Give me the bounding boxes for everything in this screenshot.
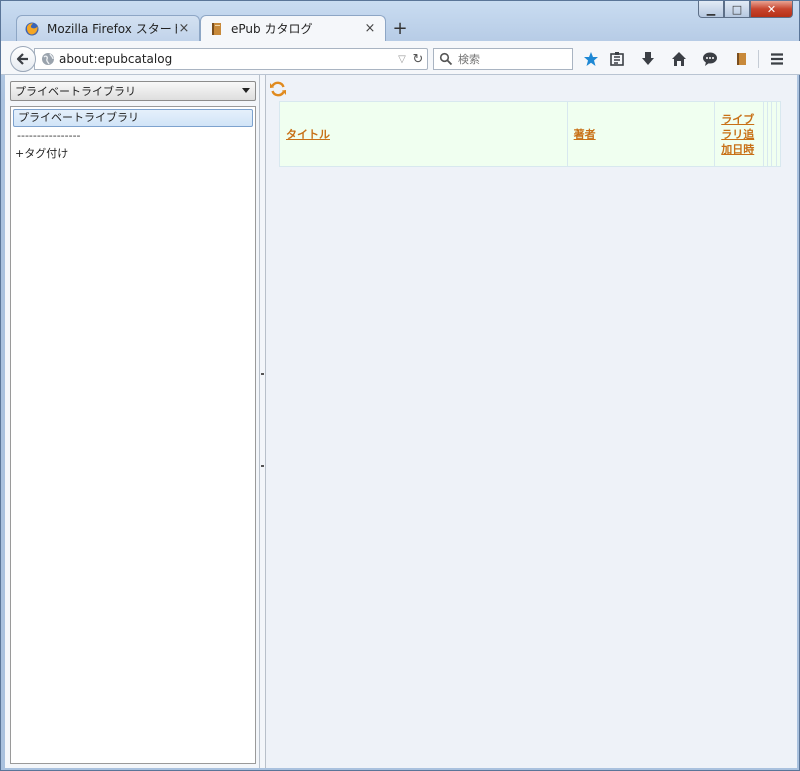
header-title-cell: タイトル <box>279 101 568 167</box>
bookmarks-menu-icon[interactable] <box>608 50 626 68</box>
table-header-row: タイトル 著者 ライブラリ追加日時 <box>279 101 782 167</box>
splitter-grip <box>261 465 264 467</box>
library-item-tagging[interactable]: +タグ付け <box>11 145 255 163</box>
browser-window: ▁ □ ✕ Mozilla Firefox スタート... × ePub カタロ… <box>0 0 800 771</box>
url-bar[interactable]: about:epubcatalog ▽ ↻ <box>34 48 428 70</box>
hamburger-menu-icon[interactable] <box>768 50 786 68</box>
header-added-cell: ライブラリ追加日時 <box>714 101 764 167</box>
header-empty-cell <box>775 101 782 167</box>
library-item-private[interactable]: プライベートライブラリ <box>13 109 253 127</box>
sort-added-link[interactable]: ライブラリ追加日時 <box>721 113 754 156</box>
back-arrow-icon <box>16 53 28 65</box>
splitter-grip <box>261 373 264 375</box>
header-author-cell: 著者 <box>566 101 716 167</box>
library-list: プライベートライブラリ ---------------- +タグ付け <box>10 106 256 764</box>
new-tab-button[interactable]: + <box>391 18 409 39</box>
url-text[interactable]: about:epubcatalog <box>59 52 395 66</box>
refresh-icon[interactable] <box>269 80 287 98</box>
search-input[interactable] <box>456 51 570 67</box>
sort-title-link[interactable]: タイトル <box>286 128 330 141</box>
tab-firefox-start[interactable]: Mozilla Firefox スタート... × <box>16 15 200 41</box>
search-box[interactable] <box>433 48 573 70</box>
reload-icon[interactable]: ↻ <box>409 52 427 67</box>
tab-label: Mozilla Firefox スタート... <box>47 22 177 36</box>
globe-icon <box>42 53 54 65</box>
toolbar-separator <box>758 50 759 68</box>
search-icon <box>439 52 453 66</box>
library-select[interactable]: プライベートライブラリ <box>10 81 256 101</box>
home-icon[interactable] <box>670 50 688 68</box>
library-select-value: プライベートライブラリ <box>15 85 136 98</box>
list-divider: ---------------- <box>17 129 81 142</box>
catalog-table: タイトル 著者 ライブラリ追加日時 <box>279 101 782 167</box>
back-button[interactable] <box>10 46 36 72</box>
tab-epub-catalog[interactable]: ePub カタログ × <box>200 15 386 41</box>
nav-toolbar: about:epubcatalog ▽ ↻ <box>1 41 800 75</box>
tab-close-icon[interactable]: × <box>177 21 191 36</box>
tab-label: ePub カタログ <box>231 22 313 36</box>
url-dropdown-icon[interactable]: ▽ <box>395 54 409 65</box>
library-sidebar: プライベートライブラリ プライベートライブラリ ----------------… <box>5 75 259 768</box>
sort-author-link[interactable]: 著者 <box>574 128 596 141</box>
catalog-main: タイトル 著者 ライブラリ追加日時 <box>266 75 797 768</box>
download-icon[interactable] <box>639 50 657 68</box>
bookmark-star-icon[interactable] <box>582 50 600 68</box>
tab-close-icon[interactable]: × <box>363 21 377 36</box>
pane-splitter[interactable] <box>259 75 266 768</box>
book-icon <box>212 22 221 35</box>
dropdown-arrow-icon <box>242 88 250 93</box>
firefox-icon <box>25 22 39 35</box>
epub-book-icon[interactable] <box>732 50 750 68</box>
page-content: プライベートライブラリ プライベートライブラリ ----------------… <box>5 75 797 768</box>
chat-icon[interactable] <box>701 50 719 68</box>
tab-strip: Mozilla Firefox スタート... × ePub カタログ × + <box>1 13 800 41</box>
